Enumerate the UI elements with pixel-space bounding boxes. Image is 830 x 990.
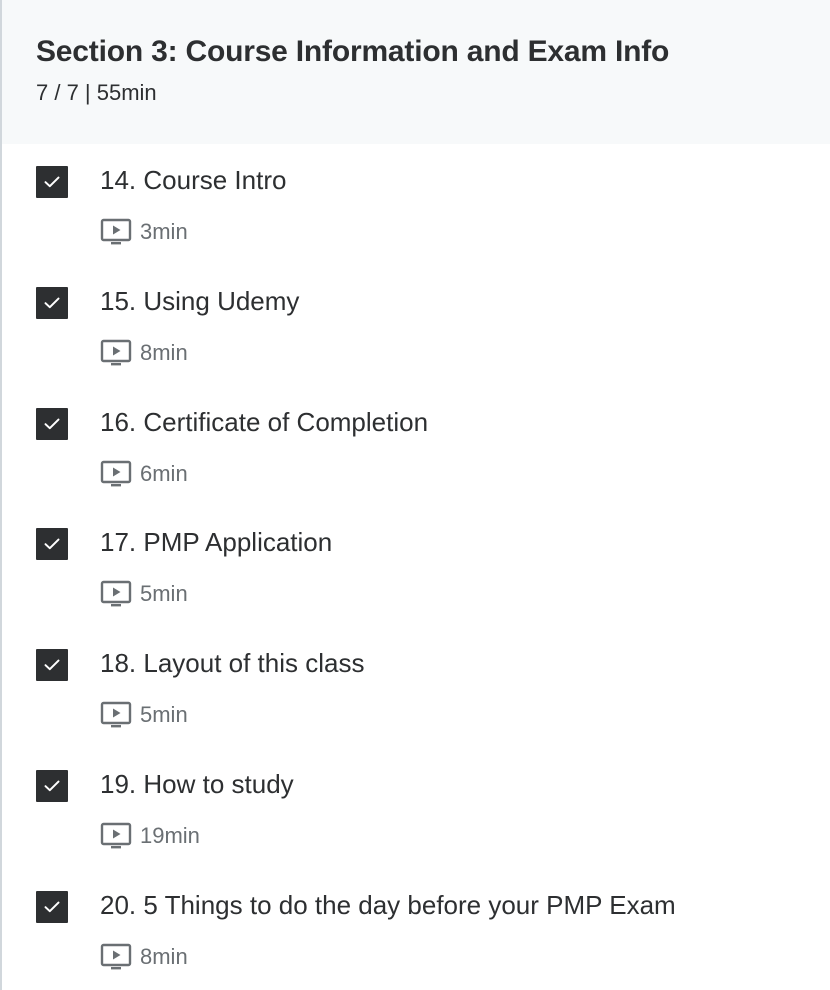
completed-checkbox[interactable] — [36, 166, 68, 198]
video-icon — [100, 943, 132, 971]
lecture-item[interactable]: 16. Certificate of Completion 6min — [2, 386, 830, 507]
lecture-duration: 19min — [140, 822, 200, 848]
lecture-list: 14. Course Intro 3min 15. Using Udemy 8m… — [2, 144, 830, 990]
video-icon — [100, 580, 132, 608]
course-content-panel: Section 3: Course Information and Exam I… — [0, 0, 830, 990]
lecture-duration: 8min — [140, 943, 188, 969]
lecture-meta: 8min — [100, 339, 188, 367]
lecture-duration: 6min — [140, 460, 188, 486]
video-icon — [100, 218, 132, 246]
completed-checkbox[interactable] — [36, 407, 68, 440]
lecture-title: 20. 5 Things to do the day before your P… — [100, 889, 676, 920]
checkmark-icon — [44, 538, 60, 550]
section-header[interactable]: Section 3: Course Information and Exam I… — [2, 0, 830, 144]
lecture-title: 19. How to study — [100, 768, 294, 799]
completed-checkbox[interactable] — [36, 286, 68, 319]
lecture-meta: 3min — [100, 218, 188, 246]
lecture-item[interactable]: 18. Layout of this class 5min — [2, 627, 830, 748]
lecture-item[interactable]: 17. PMP Application 5min — [2, 506, 830, 627]
lecture-duration: 5min — [140, 581, 188, 607]
section-title: Section 3: Course Information and Exam I… — [36, 35, 670, 68]
video-icon — [100, 701, 132, 729]
video-icon — [100, 339, 132, 367]
lecture-meta: 19min — [100, 822, 200, 850]
lecture-item[interactable]: 19. How to study 19min — [2, 748, 830, 869]
lecture-meta: 8min — [100, 943, 188, 971]
completed-checkbox[interactable] — [36, 649, 68, 682]
checkmark-icon — [44, 176, 60, 188]
checkmark-icon — [44, 297, 60, 308]
checkmark-icon — [44, 901, 60, 912]
checkmark-icon — [44, 780, 60, 792]
lecture-duration: 8min — [140, 339, 188, 365]
lecture-duration: 5min — [140, 702, 188, 728]
lecture-title: 18. Layout of this class — [100, 648, 365, 679]
lecture-meta: 5min — [100, 580, 188, 608]
lecture-title: 15. Using Udemy — [100, 285, 300, 316]
lecture-duration: 3min — [140, 219, 188, 244]
lecture-meta: 6min — [100, 460, 188, 488]
lecture-title: 17. PMP Application — [100, 527, 333, 558]
completed-checkbox[interactable] — [36, 769, 68, 802]
completed-checkbox[interactable] — [36, 528, 68, 561]
video-icon — [100, 822, 132, 850]
lecture-title: 14. Course Intro — [100, 165, 287, 195]
lecture-item[interactable]: 14. Course Intro 3min — [2, 144, 830, 265]
completed-checkbox[interactable] — [36, 890, 68, 923]
lecture-item[interactable]: 20. 5 Things to do the day before your P… — [2, 869, 830, 990]
lecture-item[interactable]: 15. Using Udemy 8min — [2, 265, 830, 386]
checkmark-icon — [44, 418, 60, 429]
checkmark-icon — [44, 659, 60, 671]
lecture-title: 16. Certificate of Completion — [100, 406, 429, 437]
video-icon — [100, 460, 132, 488]
section-progress: 7 / 7 | 55min — [36, 80, 157, 105]
lecture-meta: 5min — [100, 701, 188, 729]
